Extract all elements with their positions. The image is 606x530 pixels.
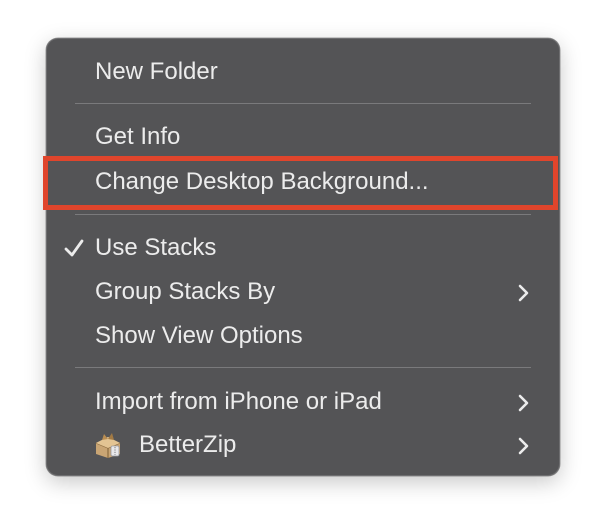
- menu-item-use-stacks[interactable]: Use Stacks: [47, 228, 559, 268]
- menu-item-import-from-iphone-or-ipad[interactable]: Import from iPhone or iPad: [47, 382, 559, 422]
- betterzip-app-icon: [95, 433, 121, 458]
- menu-separator: [75, 367, 531, 368]
- menu-item-label: New Folder: [95, 58, 218, 85]
- highlight-annotation-box: [43, 156, 558, 210]
- menu-item-show-view-options[interactable]: Show View Options: [47, 316, 559, 356]
- chevron-right-icon: [518, 437, 529, 455]
- menu-item-label: Get Info: [95, 123, 181, 150]
- context-menu: New Folder Get Info Change Desktop Backg…: [46, 38, 560, 476]
- menu-item-new-folder[interactable]: New Folder: [47, 52, 559, 92]
- menu-item-get-info[interactable]: Get Info: [47, 117, 559, 157]
- checkmark-icon: [64, 239, 84, 257]
- menu-separator: [75, 103, 531, 104]
- menu-item-group-stacks-by[interactable]: Group Stacks By: [47, 272, 559, 312]
- menu-separator: [75, 214, 531, 215]
- menu-item-betterzip[interactable]: BetterZip: [47, 425, 559, 465]
- chevron-right-icon: [518, 284, 529, 302]
- menu-item-label: Import from iPhone or iPad: [95, 388, 382, 415]
- menu-item-label: Group Stacks By: [95, 278, 276, 305]
- menu-item-label: Show View Options: [95, 322, 303, 349]
- chevron-right-icon: [518, 394, 529, 412]
- menu-item-label: BetterZip: [139, 431, 237, 458]
- menu-item-label: Use Stacks: [95, 234, 217, 261]
